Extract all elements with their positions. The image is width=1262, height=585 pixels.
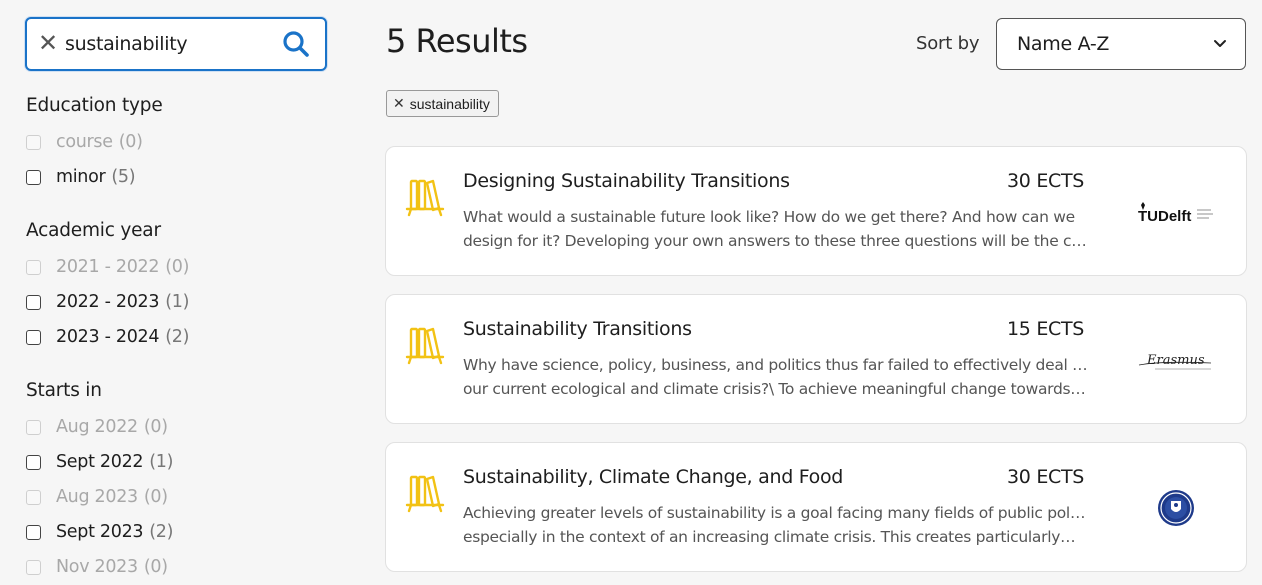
- filter-option-sept-2022[interactable]: Sept 2022 (1): [26, 450, 173, 474]
- filter-title-academic-year: Academic year: [26, 220, 161, 241]
- option-label: Nov 2023: [56, 557, 138, 577]
- option-count: (1): [165, 292, 190, 312]
- result-title[interactable]: Sustainability Transitions: [463, 318, 692, 340]
- search-icon[interactable]: [281, 29, 311, 59]
- option-label: course: [56, 132, 113, 152]
- option-count: (2): [165, 327, 190, 347]
- option-count: (0): [118, 132, 143, 152]
- checkbox[interactable]: [26, 454, 41, 470]
- chip-label: sustainability: [409, 95, 490, 112]
- option-label: 2021 - 2022: [56, 257, 160, 277]
- checkbox[interactable]: [26, 134, 41, 150]
- result-ects: 30 ECTS: [1007, 170, 1085, 192]
- sort-select[interactable]: Name A-Z: [996, 18, 1246, 70]
- checkbox[interactable]: [26, 294, 41, 310]
- option-count: (0): [143, 557, 168, 577]
- result-description: Why have science, policy, business, and …: [463, 353, 1088, 401]
- search-box[interactable]: ✕: [25, 17, 327, 71]
- filter-option-2022-2023[interactable]: 2022 - 2023 (1): [26, 290, 189, 314]
- option-label: Sept 2022: [56, 452, 144, 472]
- filter-option-2023-2024[interactable]: 2023 - 2024 (2): [26, 325, 189, 349]
- checkbox[interactable]: [26, 419, 41, 435]
- description-line: Achieving greater levels of sustainabili…: [463, 504, 1088, 522]
- clear-search-icon[interactable]: ✕: [37, 31, 59, 57]
- sort-value: Name A-Z: [1017, 33, 1110, 55]
- checkbox[interactable]: [26, 489, 41, 505]
- option-count: (0): [143, 417, 168, 437]
- remove-chip-icon[interactable]: ✕: [393, 95, 405, 112]
- active-filter-chip[interactable]: ✕ sustainability: [386, 90, 499, 117]
- chevron-down-icon: [1214, 40, 1226, 47]
- checkbox[interactable]: [26, 559, 41, 575]
- filter-option-aug-2023[interactable]: Aug 2023 (0): [26, 485, 168, 509]
- filter-title-education-type: Education type: [26, 95, 163, 116]
- sort-label: Sort by: [916, 33, 980, 54]
- books-icon: [405, 179, 445, 217]
- option-count: (0): [165, 257, 190, 277]
- books-icon: [405, 475, 445, 513]
- option-label: 2023 - 2024: [56, 327, 160, 347]
- filter-option-2021-2022[interactable]: 2021 - 2022 (0): [26, 255, 189, 279]
- filter-option-minor[interactable]: minor (5): [26, 165, 136, 189]
- description-line: our current ecological and climate crisi…: [463, 380, 1086, 398]
- result-card[interactable]: Sustainability Transitions 15 ECTS Why h…: [385, 294, 1247, 424]
- description-line: especially in the context of an increasi…: [463, 528, 1076, 546]
- option-label: Aug 2022: [56, 417, 138, 437]
- result-description: What would a sustainable future look lik…: [463, 205, 1088, 253]
- result-title[interactable]: Designing Sustainability Transitions: [463, 170, 790, 192]
- filter-option-aug-2022[interactable]: Aug 2022 (0): [26, 415, 168, 439]
- filter-option-course[interactable]: course (0): [26, 130, 143, 154]
- checkbox[interactable]: [26, 329, 41, 345]
- results-count-title: 5 Results: [386, 22, 528, 60]
- erasmus-logo: Erasmus: [1138, 353, 1212, 370]
- books-icon: [405, 327, 445, 365]
- filter-option-nov-2023[interactable]: Nov 2023 (0): [26, 555, 168, 579]
- result-description: Achieving greater levels of sustainabili…: [463, 501, 1088, 549]
- description-line: design for it? Developing your own answe…: [463, 232, 1088, 250]
- result-ects: 15 ECTS: [1007, 318, 1085, 340]
- option-label: 2022 - 2023: [56, 292, 160, 312]
- description-line: Why have science, policy, business, and …: [463, 356, 1088, 374]
- option-label: Aug 2023: [56, 487, 138, 507]
- checkbox[interactable]: [26, 169, 41, 185]
- logo-wordmark: Erasmus: [1146, 353, 1205, 368]
- filter-title-starts-in: Starts in: [26, 380, 102, 401]
- search-input[interactable]: [65, 29, 275, 59]
- option-count: (0): [143, 487, 168, 507]
- checkbox[interactable]: [26, 259, 41, 275]
- result-card[interactable]: Sustainability, Climate Change, and Food…: [385, 442, 1247, 572]
- option-label: Sept 2023: [56, 522, 144, 542]
- option-count: (1): [149, 452, 174, 472]
- filter-option-sept-2023[interactable]: Sept 2023 (2): [26, 520, 173, 544]
- checkbox[interactable]: [26, 524, 41, 540]
- leiden-seal-logo: [1158, 490, 1194, 526]
- result-ects: 30 ECTS: [1007, 466, 1085, 488]
- logo-wordmark: TUDelft: [1138, 208, 1191, 225]
- result-title[interactable]: Sustainability, Climate Change, and Food: [463, 466, 843, 488]
- description-line: What would a sustainable future look lik…: [463, 208, 1075, 226]
- option-label: minor: [56, 167, 106, 187]
- tudelft-logo: TUDelft: [1138, 202, 1213, 225]
- result-card[interactable]: Designing Sustainability Transitions 30 …: [385, 146, 1247, 276]
- option-count: (2): [149, 522, 174, 542]
- option-count: (5): [111, 167, 136, 187]
